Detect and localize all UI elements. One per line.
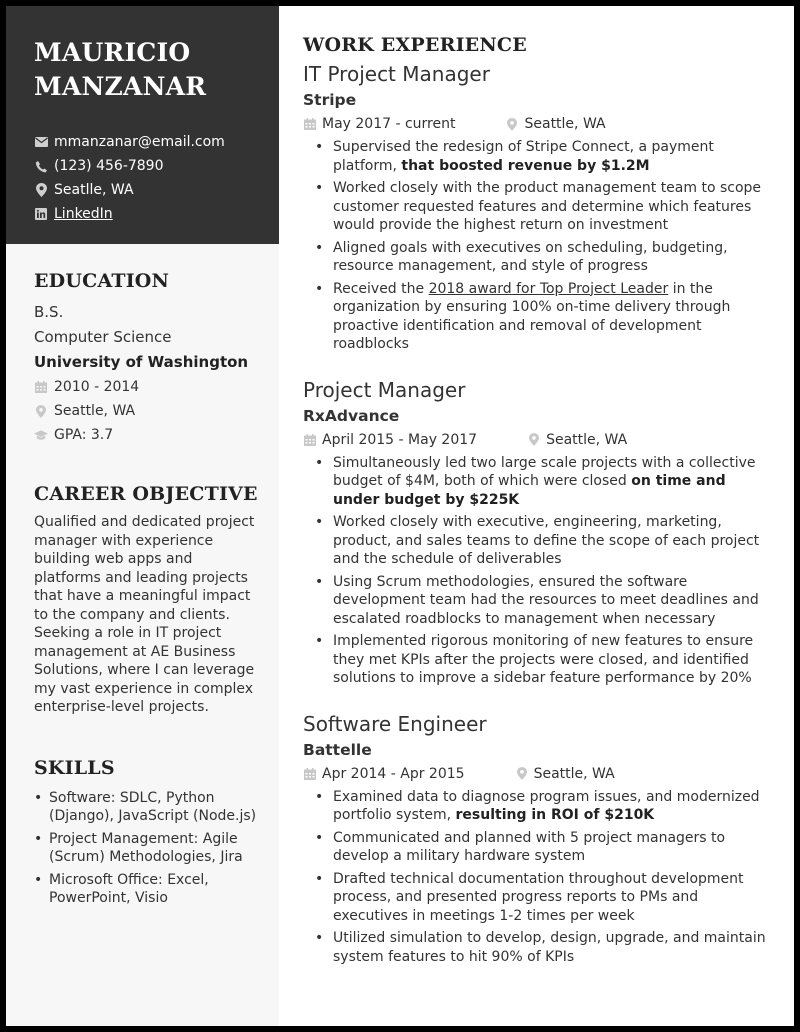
education-gpa: GPA: 3.7 <box>54 427 114 443</box>
sidebar-header: MAURICIO MANZANAR mmanzanar@email.com (1… <box>6 6 279 244</box>
bullet-item: Examined data to diagnose program issues… <box>313 788 770 825</box>
bullet-highlight: that boosted revenue by $1.2M <box>401 157 650 174</box>
skills-list: Software: SDLC, Python (Django), JavaScr… <box>34 789 259 908</box>
job-meta: April 2015 - May 2017 Seattle, WA <box>303 428 770 452</box>
skills-section: SKILLS Software: SDLC, Python (Django), … <box>34 757 259 908</box>
skills-heading: SKILLS <box>34 756 115 779</box>
bullet-item: Communicated and planned with 5 project … <box>313 829 770 866</box>
job-location: Seattle, WA <box>546 431 628 448</box>
job-location: Seattle, WA <box>524 116 606 132</box>
job-entry: IT Project Manager Stripe May 2017 - curre… <box>303 60 770 354</box>
bullet-text: Aligned goals with executives on schedul… <box>333 239 728 275</box>
education-heading: EDUCATION <box>34 270 170 292</box>
bullet-item: Using Scrum methodologies, ensured the s… <box>313 573 770 629</box>
calendar-icon <box>34 381 48 393</box>
bullet-item: Aligned goals with executives on schedul… <box>313 239 770 276</box>
skill-item: Project Management: Agile (Scrum) Method… <box>34 830 259 867</box>
bullet-text: Received the <box>333 280 429 297</box>
bullet-item: Utilized simulation to develop, design, … <box>313 929 770 966</box>
email-text: mmanzanar@email.com <box>54 134 225 150</box>
calendar-icon <box>303 433 317 446</box>
map-pin-icon <box>505 117 519 131</box>
education-section: EDUCATION B.S. Computer Science Universi… <box>34 270 259 447</box>
education-degree: B.S. <box>34 303 64 321</box>
bullet-text: Worked closely with executive, engineeri… <box>333 514 760 567</box>
job-location-group: Seattle, WA <box>515 762 615 786</box>
job-company: Stripe <box>303 91 357 109</box>
job-entry: Project Manager RxAdvance April 2015 - May… <box>303 376 770 688</box>
job-location-group: Seattle, WA <box>527 428 627 452</box>
map-pin-icon <box>34 404 48 418</box>
name-first: MAURICIO <box>34 38 191 67</box>
graduation-cap-icon <box>34 429 48 441</box>
education-dates: 2010 - 2014 <box>54 379 140 395</box>
linkedin-link[interactable]: LinkedIn <box>54 202 113 226</box>
job-title: IT Project Manager <box>303 62 490 86</box>
contact-email: mmanzanar@email.com <box>34 130 259 154</box>
job-title: Software Engineer <box>303 711 487 736</box>
job-title: Project Manager <box>303 377 466 402</box>
job-location: Seattle, WA <box>533 765 615 782</box>
bullet-highlight: resulting in ROI of $210K <box>455 807 655 823</box>
education-location-row: Seattle, WA <box>34 399 259 423</box>
jobs-list: IT Project Manager Stripe May 2017 - curre… <box>303 60 770 966</box>
education-dates-row: 2010 - 2014 <box>34 375 259 399</box>
award-link[interactable]: 2018 award for Top Project Leader <box>429 281 669 297</box>
bullet-item: Supervised the redesign of Stripe Connec… <box>313 138 770 175</box>
bullet-item: Worked closely with the product manageme… <box>313 179 770 235</box>
main-content: WORK EXPERIENCE IT Project Manager Stripe… <box>279 6 794 1026</box>
bullet-item: Received the 2018 award for Top Project … <box>313 280 770 354</box>
sidebar: MAURICIO MANZANAR mmanzanar@email.com (1… <box>6 6 279 1026</box>
job-bullets: Examined data to diagnose program issues… <box>303 788 770 967</box>
phone-icon <box>34 159 48 173</box>
job-dates: Apr 2014 - Apr 2015 <box>322 765 465 782</box>
bullet-item: Drafted technical documentation througho… <box>313 870 770 926</box>
resume-page: MAURICIO MANZANAR mmanzanar@email.com (1… <box>6 6 794 1026</box>
bullet-text: Utilized simulation to develop, design, … <box>333 930 766 965</box>
objective-text: Qualified and dedicated project manager … <box>34 514 255 715</box>
job-dates: May 2017 - current <box>322 116 456 132</box>
envelope-icon <box>34 135 48 149</box>
objective-section: CAREER OBJECTIVE Qualified and dedicated… <box>34 483 259 717</box>
name-last: MANZANAR <box>34 72 207 101</box>
job-company: Battelle <box>303 740 372 759</box>
location-text: Seatlle, WA <box>54 182 134 198</box>
job-meta: May 2017 - current Seattle, WA <box>303 112 770 136</box>
sidebar-body: EDUCATION B.S. Computer Science Universi… <box>6 244 279 908</box>
skill-item: Software: SDLC, Python (Django), JavaScr… <box>34 789 259 826</box>
linkedin-icon <box>34 207 48 221</box>
job-dates: April 2015 - May 2017 <box>322 431 478 448</box>
candidate-name: MAURICIO MANZANAR <box>34 36 259 104</box>
calendar-icon <box>303 767 317 780</box>
bullet-item: Implemented rigorous monitoring of new f… <box>313 632 770 688</box>
bullet-text: Implemented rigorous monitoring of new f… <box>333 633 754 686</box>
calendar-icon <box>303 118 317 130</box>
map-pin-icon <box>34 183 48 197</box>
bullet-text: Using Scrum methodologies, ensured the s… <box>333 573 759 627</box>
bullet-text: Drafted technical documentation througho… <box>333 870 744 924</box>
work-experience-heading: WORK EXPERIENCE <box>303 34 527 56</box>
job-meta: Apr 2014 - Apr 2015 Seattle, WA <box>303 762 770 786</box>
contact-phone: (123) 456-7890 <box>34 154 259 178</box>
objective-heading: CAREER OBJECTIVE <box>34 483 258 505</box>
education-location: Seattle, WA <box>54 403 136 419</box>
map-pin-icon <box>515 767 529 780</box>
job-bullets: Supervised the redesign of Stripe Connec… <box>303 138 770 354</box>
phone-text: (123) 456-7890 <box>54 158 164 174</box>
bullet-text: Worked closely with the product manageme… <box>333 180 762 233</box>
map-pin-icon <box>527 433 541 446</box>
education-gpa-row: GPA: 3.7 <box>34 423 259 447</box>
bullet-item: Simultaneously led two large scale proje… <box>313 454 770 510</box>
job-company: RxAdvance <box>303 406 400 425</box>
education-field: Computer Science <box>34 328 172 346</box>
contact-linkedin: LinkedIn <box>34 202 259 226</box>
bullet-text: Communicated and planned with 5 project … <box>333 829 726 865</box>
bullet-item: Worked closely with executive, engineeri… <box>313 513 770 569</box>
job-entry: Software Engineer Battelle Apr 2014 - Apr … <box>303 710 770 967</box>
job-bullets: Simultaneously led two large scale proje… <box>303 454 770 688</box>
skill-item: Microsoft Office: Excel, PowerPoint, Vis… <box>34 871 259 908</box>
job-location-group: Seattle, WA <box>505 112 606 136</box>
education-school: University of Washington <box>34 353 249 371</box>
contact-location: Seatlle, WA <box>34 178 259 202</box>
